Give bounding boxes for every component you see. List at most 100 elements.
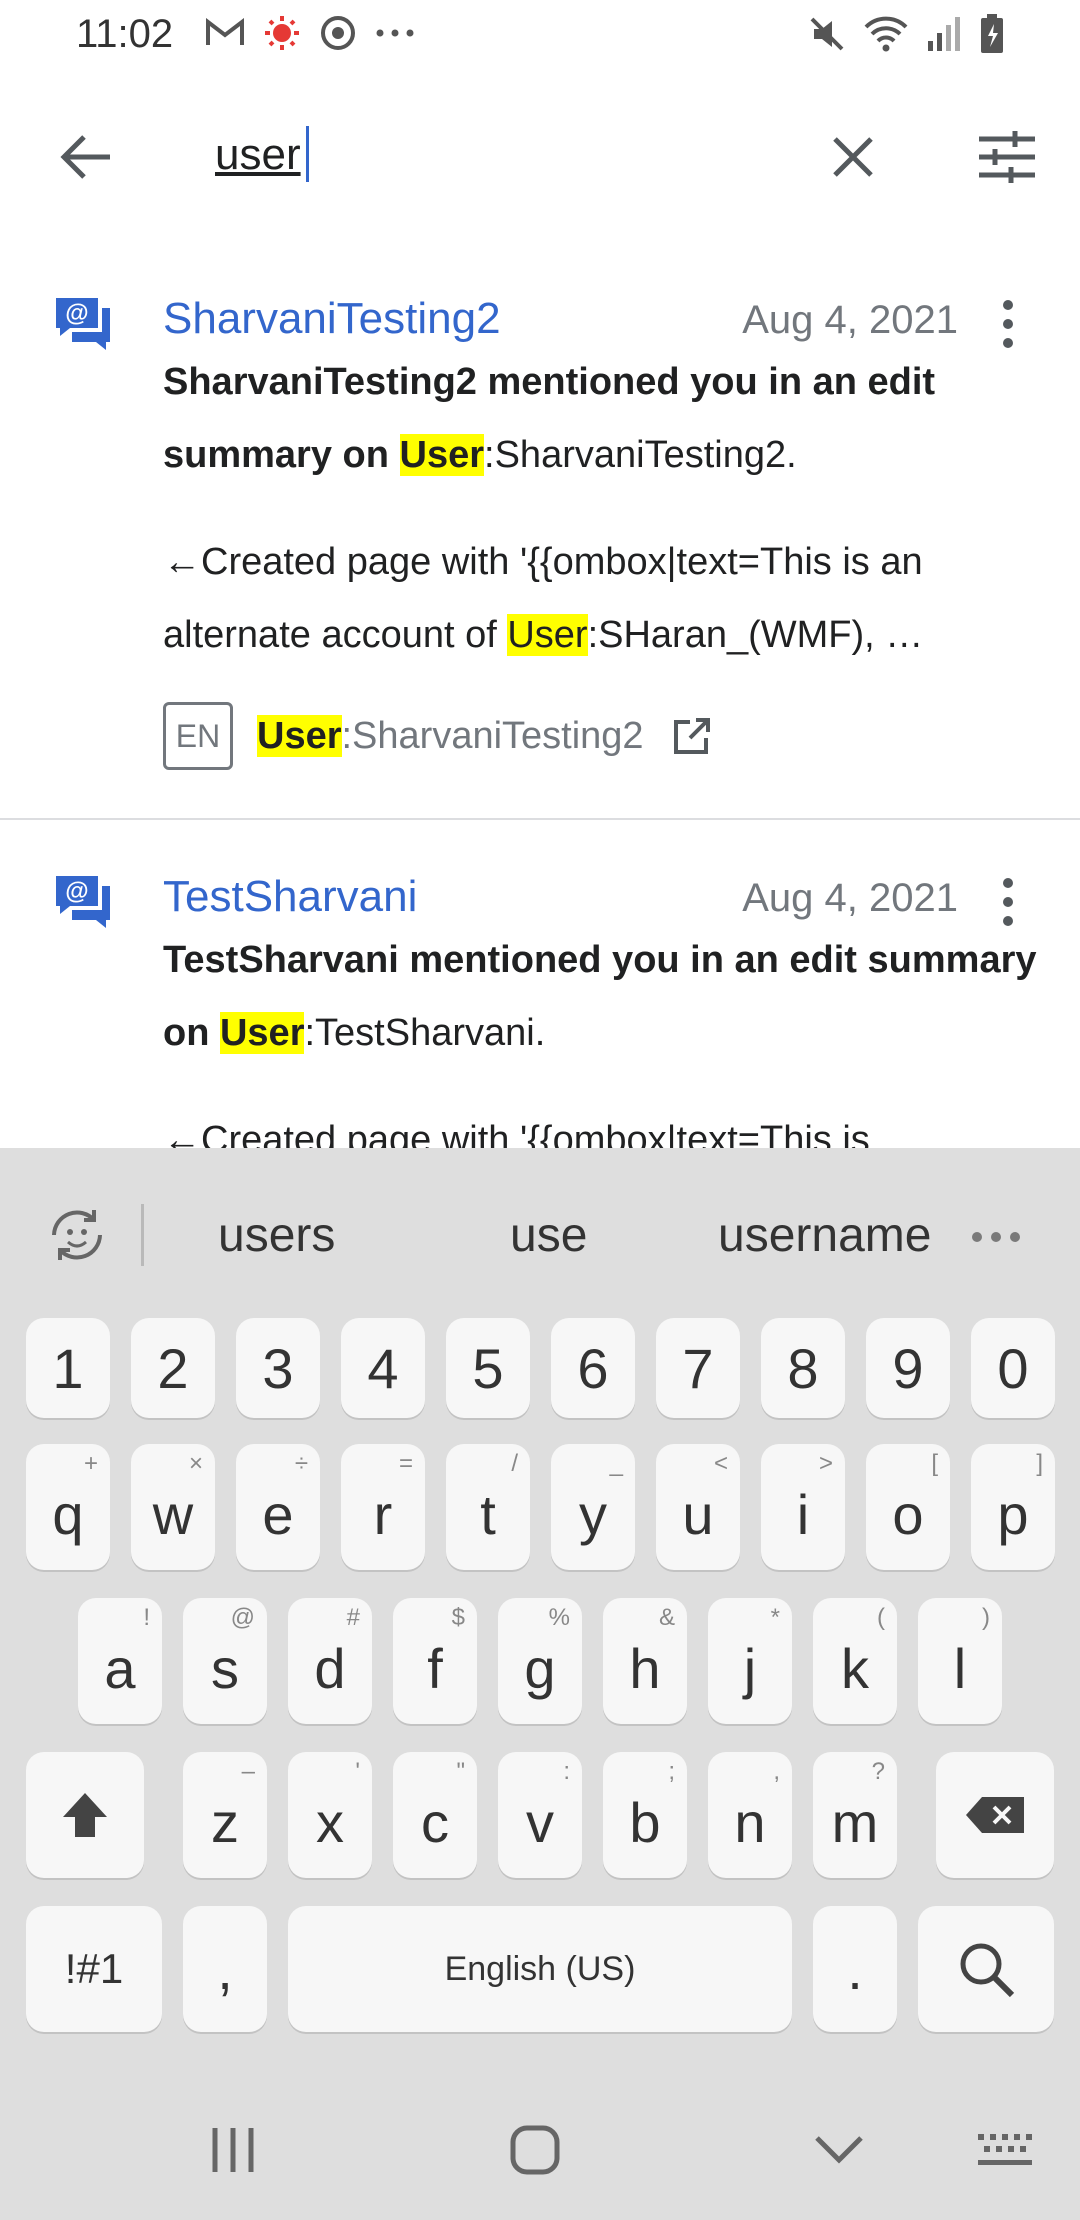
key-secondary-label: = [398,1450,413,1477]
number-key[interactable]: 1 [26,1318,110,1418]
number-key[interactable]: 8 [761,1318,845,1418]
letter-key[interactable]: i > [761,1444,845,1570]
shift-key[interactable] [26,1752,144,1878]
letter-key[interactable]: j * [708,1598,792,1724]
external-link-icon[interactable] [672,716,712,756]
letter-key[interactable]: m? [813,1752,897,1878]
key-secondary-label: ÷ [294,1450,308,1477]
period-key[interactable]: . [813,1906,897,2032]
key-label: 2 [157,1336,189,1400]
letter-key[interactable]: k( [813,1598,897,1724]
suggestion-item[interactable]: use [510,1208,587,1263]
letter-key[interactable]: x ' [288,1752,372,1878]
letter-key[interactable]: s @ [183,1598,267,1724]
notification-item[interactable]: @ SharvaniTesting2 Aug 4, 2021 SharvaniT… [0,294,1080,814]
notification-more-button[interactable] [988,872,1028,932]
letter-key[interactable]: w × [131,1444,215,1570]
notification-item[interactable]: @ TestSharvani Aug 4, 2021 TestSharvani … [0,872,1080,1148]
notification-more-button[interactable] [988,294,1028,354]
key-secondary-label: × [188,1450,203,1477]
symbols-key[interactable]: !#1 [26,1906,162,2032]
letter-key[interactable]: l) [918,1598,1002,1724]
gmail-icon [206,18,244,45]
backspace-key[interactable] [936,1752,1054,1878]
notification-title[interactable]: SharvaniTesting2 [163,294,501,344]
key-label: 1 [52,1336,84,1400]
mention-icon: @ [56,298,110,350]
more-suggestions-button[interactable] [972,1232,1020,1242]
number-key[interactable]: 5 [446,1318,530,1418]
letter-key[interactable]: v: [498,1752,582,1878]
letter-key[interactable]: e ÷ [236,1444,320,1570]
emoji-sync-icon[interactable] [44,1202,110,1268]
letter-key[interactable]: z – [183,1752,267,1878]
notification-title[interactable]: TestSharvani [163,872,417,922]
letter-key[interactable]: n, [708,1752,792,1878]
notification-source[interactable]: EN User:SharvaniTesting2 [163,701,712,771]
key-label: f [427,1636,443,1700]
source-page-link[interactable]: User:SharvaniTesting2 [257,714,644,758]
search-input[interactable] [215,120,775,190]
letter-key[interactable]: t / [446,1444,530,1570]
search-key[interactable] [918,1906,1054,2032]
number-key[interactable]: 2 [131,1318,215,1418]
key-label: a [104,1636,136,1700]
comma-key[interactable]: , [183,1906,267,2032]
key-secondary-label: % [548,1604,570,1631]
back-button[interactable] [50,122,120,192]
recents-button[interactable] [188,2110,278,2190]
wifi-icon [864,16,908,52]
letter-key[interactable]: c " [393,1752,477,1878]
letter-key[interactable]: f $ [393,1598,477,1724]
letter-key[interactable]: u < [656,1444,740,1570]
space-key[interactable]: English (US) [288,1906,792,2032]
sync-icon [321,16,355,50]
letter-key[interactable]: g% [498,1598,582,1724]
search-toolbar [0,90,1080,220]
key-label: h [629,1636,661,1700]
letter-key[interactable]: a! [78,1598,162,1724]
number-key[interactable]: 0 [971,1318,1055,1418]
key-label: r [373,1482,393,1546]
letter-key[interactable]: q + [26,1444,110,1570]
notification-header: SharvaniTesting2 mentioned you in an edi… [163,361,936,476]
hide-keyboard-button[interactable] [794,2110,884,2190]
home-button[interactable] [490,2110,580,2190]
letter-key[interactable]: h & [603,1598,687,1724]
number-key[interactable]: 9 [866,1318,950,1418]
key-label: 6 [577,1336,609,1400]
letter-key[interactable]: p] [971,1444,1055,1570]
key-label: 0 [997,1336,1029,1400]
number-key[interactable]: 4 [341,1318,425,1418]
clear-search-button[interactable] [818,122,888,192]
notification-body: ←Created page with '{{ombox|text=This is [163,1119,870,1148]
key-label: w [152,1482,194,1546]
more-dots-icon [376,29,414,37]
tune-icon [979,131,1035,183]
suggestion-item[interactable]: users [218,1208,335,1263]
key-label: k [841,1636,869,1700]
mute-icon [810,17,844,51]
keyboard-switch-button[interactable] [960,2110,1050,2190]
home-icon [510,2125,560,2175]
filter-button[interactable] [972,122,1042,192]
key-label: z [211,1790,239,1854]
key-label: q [52,1482,84,1546]
key-secondary-label: ? [871,1758,885,1785]
number-key[interactable]: 6 [551,1318,635,1418]
number-key[interactable]: 7 [656,1318,740,1418]
letter-key[interactable]: o[ [866,1444,950,1570]
key-label: c [421,1790,449,1854]
key-label: 3 [262,1336,294,1400]
key-secondary-label: * [770,1604,780,1631]
key-secondary-label: & [658,1604,675,1631]
letter-key[interactable]: r = [341,1444,425,1570]
letter-key[interactable]: d # [288,1598,372,1724]
key-label: e [262,1482,294,1546]
status-left-icons [205,14,415,52]
number-key[interactable]: 3 [236,1318,320,1418]
letter-key[interactable]: y _ [551,1444,635,1570]
suggestion-separator [141,1204,144,1266]
letter-key[interactable]: b; [603,1752,687,1878]
suggestion-item[interactable]: username [718,1208,931,1263]
